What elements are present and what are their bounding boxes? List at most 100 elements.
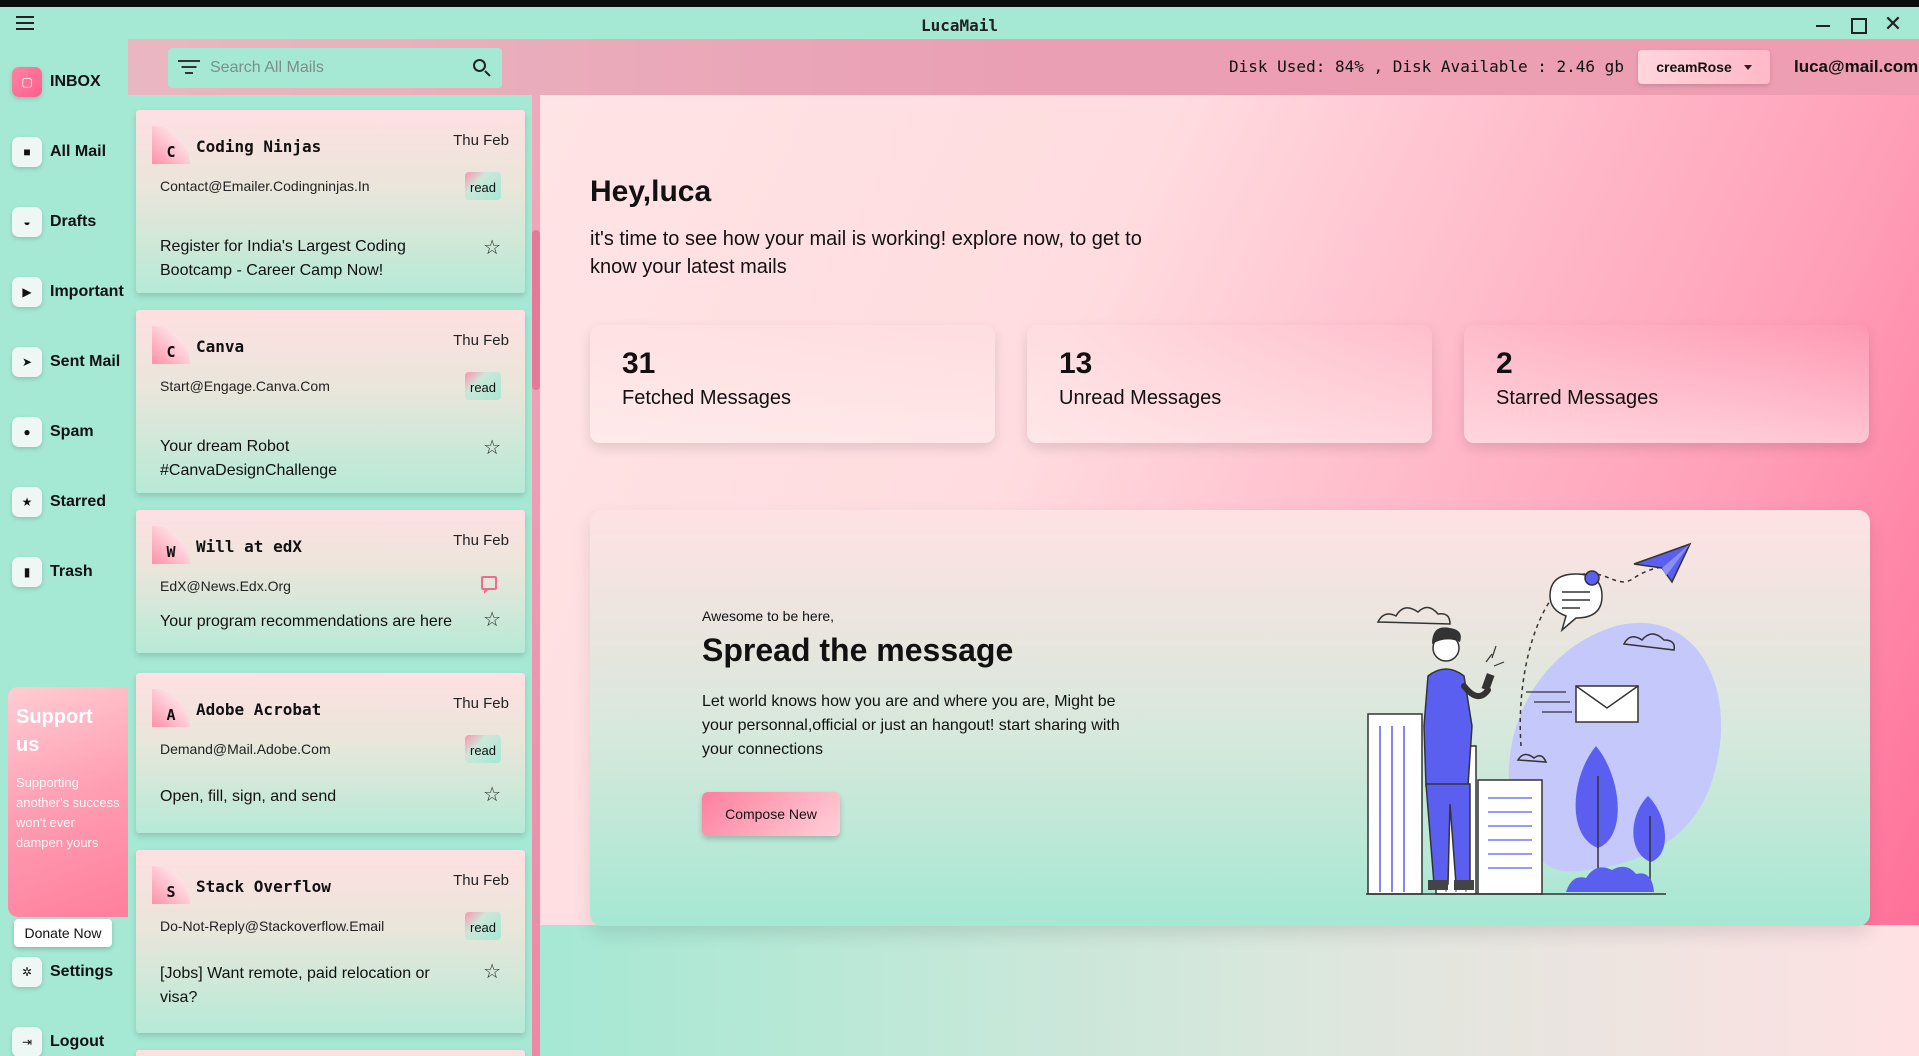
mail-date: Thu Feb (453, 132, 509, 149)
sidebar-item-label: Spam (50, 423, 94, 440)
mail-subject: Your program recommendations are here (160, 613, 453, 630)
star-icon[interactable]: ☆ (483, 785, 501, 805)
star-icon[interactable]: ☆ (483, 238, 501, 258)
sidebar-item-inbox[interactable]: ▢ INBOX (12, 62, 128, 102)
mail-subject: Open, fill, sign, and send (160, 788, 337, 805)
send-icon: ➤ (12, 347, 42, 377)
mail-from-address: Do-Not-Reply@Stackoverflow.Email (160, 918, 385, 934)
support-panel: Support us Supporting another's success … (8, 687, 128, 917)
mail-sender: Coding Ninjas (196, 137, 322, 156)
folder-icon: ■ (12, 137, 42, 167)
sender-avatar: W (152, 526, 190, 564)
sidebar-item-settings[interactable]: ✲ Settings (12, 952, 128, 992)
mail-sender: Will at edX (196, 537, 302, 556)
maximize-icon[interactable] (1846, 13, 1868, 35)
stat-card-unread: 13 Unread Messages (1027, 325, 1432, 443)
mail-from-address: Demand@Mail.Adobe.Com (160, 741, 331, 757)
mail-from-address: Contact@Emailer.Codingninjas.In (160, 178, 370, 194)
mail-sender: Canva (196, 337, 245, 356)
dashboard: Hey,luca it's time to see how your mail … (540, 95, 1919, 1056)
theme-dropdown[interactable]: creamRose (1638, 50, 1770, 84)
sender-avatar: S (152, 866, 190, 904)
window-top-edge (0, 0, 1919, 7)
filter-icon[interactable] (178, 60, 200, 76)
greeting-subtitle: it's time to see how your mail is workin… (590, 228, 1142, 278)
star-icon[interactable]: ☆ (483, 962, 501, 982)
stat-label: Unread Messages (1059, 387, 1222, 409)
sidebar-item-spam[interactable]: ● Spam (12, 412, 128, 452)
drafts-icon: ◒ (12, 207, 42, 237)
stat-card-starred: 2 Starred Messages (1464, 325, 1869, 443)
title-bar: LucaMail ✕ (0, 7, 1919, 39)
donate-button[interactable]: Donate Now (14, 919, 112, 947)
spam-icon: ● (12, 417, 42, 447)
sidebar-item-label: Trash (50, 563, 93, 580)
stat-card-fetched: 31 Fetched Messages (590, 325, 995, 443)
sidebar-item-label: All Mail (50, 143, 107, 160)
sender-avatar: C (152, 126, 190, 164)
read-status-badge: read (465, 172, 501, 200)
star-icon[interactable]: ☆ (483, 438, 501, 458)
mail-item[interactable]: A Adobe Acrobat Thu Feb Demand@Mail.Adob… (136, 673, 525, 833)
sidebar-item-starred[interactable]: ★ Starred (12, 482, 128, 522)
stat-label: Fetched Messages (622, 387, 791, 409)
dashboard-bottom-band (540, 925, 1919, 1056)
sidebar-item-trash[interactable]: ▮ Trash (12, 552, 128, 592)
theme-dropdown-value: creamRose (1656, 59, 1732, 75)
promo-title: Spread the message (702, 632, 1014, 668)
mail-item[interactable]: S Stack Overflow Thu Feb Do-Not-Reply@St… (136, 850, 525, 1033)
mail-item[interactable]: C Canva Thu Feb Start@Engage.Canva.Com r… (136, 310, 525, 493)
mail-date: Thu Feb (453, 532, 509, 549)
mail-from-address: Start@Engage.Canva.Com (160, 378, 330, 394)
important-icon: ▶ (12, 277, 42, 307)
mail-subject: Register for India's Largest Coding Boot… (160, 238, 406, 279)
sidebar: ▢ INBOX ■ All Mail ◒ Drafts ▶ Important … (0, 39, 128, 1056)
sidebar-item-important[interactable]: ▶ Important (12, 272, 128, 312)
inbox-icon: ▢ (12, 67, 42, 97)
search-icon[interactable] (472, 58, 492, 78)
read-status-badge: read (465, 735, 501, 763)
unread-message-icon (481, 576, 497, 594)
sender-avatar: A (152, 689, 190, 727)
sender-avatar: C (152, 326, 190, 364)
mail-item[interactable]: W Will at edX Thu Feb EdX@News.Edx.Org Y… (136, 510, 525, 653)
search-box (168, 48, 502, 88)
stat-label: Starred Messages (1496, 387, 1659, 409)
mail-sender: Adobe Acrobat (196, 700, 322, 719)
chevron-down-icon (1743, 64, 1752, 70)
star-icon[interactable]: ☆ (483, 610, 501, 630)
mail-item[interactable]: C Coding Ninjas Thu Feb Contact@Emailer.… (136, 110, 525, 293)
user-email: luca@mail.com (1794, 57, 1919, 76)
minimize-icon[interactable] (1812, 13, 1834, 35)
mail-date: Thu Feb (453, 332, 509, 349)
stat-value: 13 (1059, 347, 1093, 380)
mail-list-scroll-thumb[interactable] (532, 230, 540, 390)
read-status-badge: read (465, 912, 501, 940)
close-icon[interactable]: ✕ (1882, 13, 1904, 35)
sidebar-item-label: Important (50, 283, 124, 300)
sidebar-item-all-mail[interactable]: ■ All Mail (12, 132, 128, 172)
greeting-title: Hey,luca (590, 175, 712, 208)
mail-item[interactable] (136, 1050, 525, 1056)
read-status-badge: read (465, 372, 501, 400)
compose-new-button[interactable]: Compose New (702, 792, 840, 836)
sidebar-item-sent-mail[interactable]: ➤ Sent Mail (12, 342, 128, 382)
stat-value: 31 (622, 347, 656, 380)
sidebar-item-label: Logout (50, 1033, 105, 1050)
sidebar-item-label: Starred (50, 493, 107, 510)
mail-subject: Your dream Robot #CanvaDesignChallenge (160, 438, 338, 479)
sidebar-item-label: Sent Mail (50, 353, 121, 370)
stat-value: 2 (1496, 347, 1513, 380)
trash-icon: ▮ (12, 557, 42, 587)
mail-date: Thu Feb (453, 695, 509, 712)
sidebar-item-logout[interactable]: ⇥ Logout (12, 1022, 128, 1056)
support-text: Supporting another's success won't ever … (16, 775, 120, 850)
mail-date: Thu Feb (453, 872, 509, 889)
top-header: Disk Used: 84% , Disk Available : 2.46 g… (128, 39, 1919, 95)
mail-from-address: EdX@News.Edx.Org (160, 578, 291, 594)
promo-kicker: Awesome to be here, (702, 608, 835, 624)
mail-subject: [Jobs] Want remote, paid relocation or v… (160, 965, 430, 1006)
sidebar-item-drafts[interactable]: ◒ Drafts (12, 202, 128, 242)
search-input[interactable] (210, 56, 460, 80)
mail-sender: Stack Overflow (196, 877, 331, 896)
